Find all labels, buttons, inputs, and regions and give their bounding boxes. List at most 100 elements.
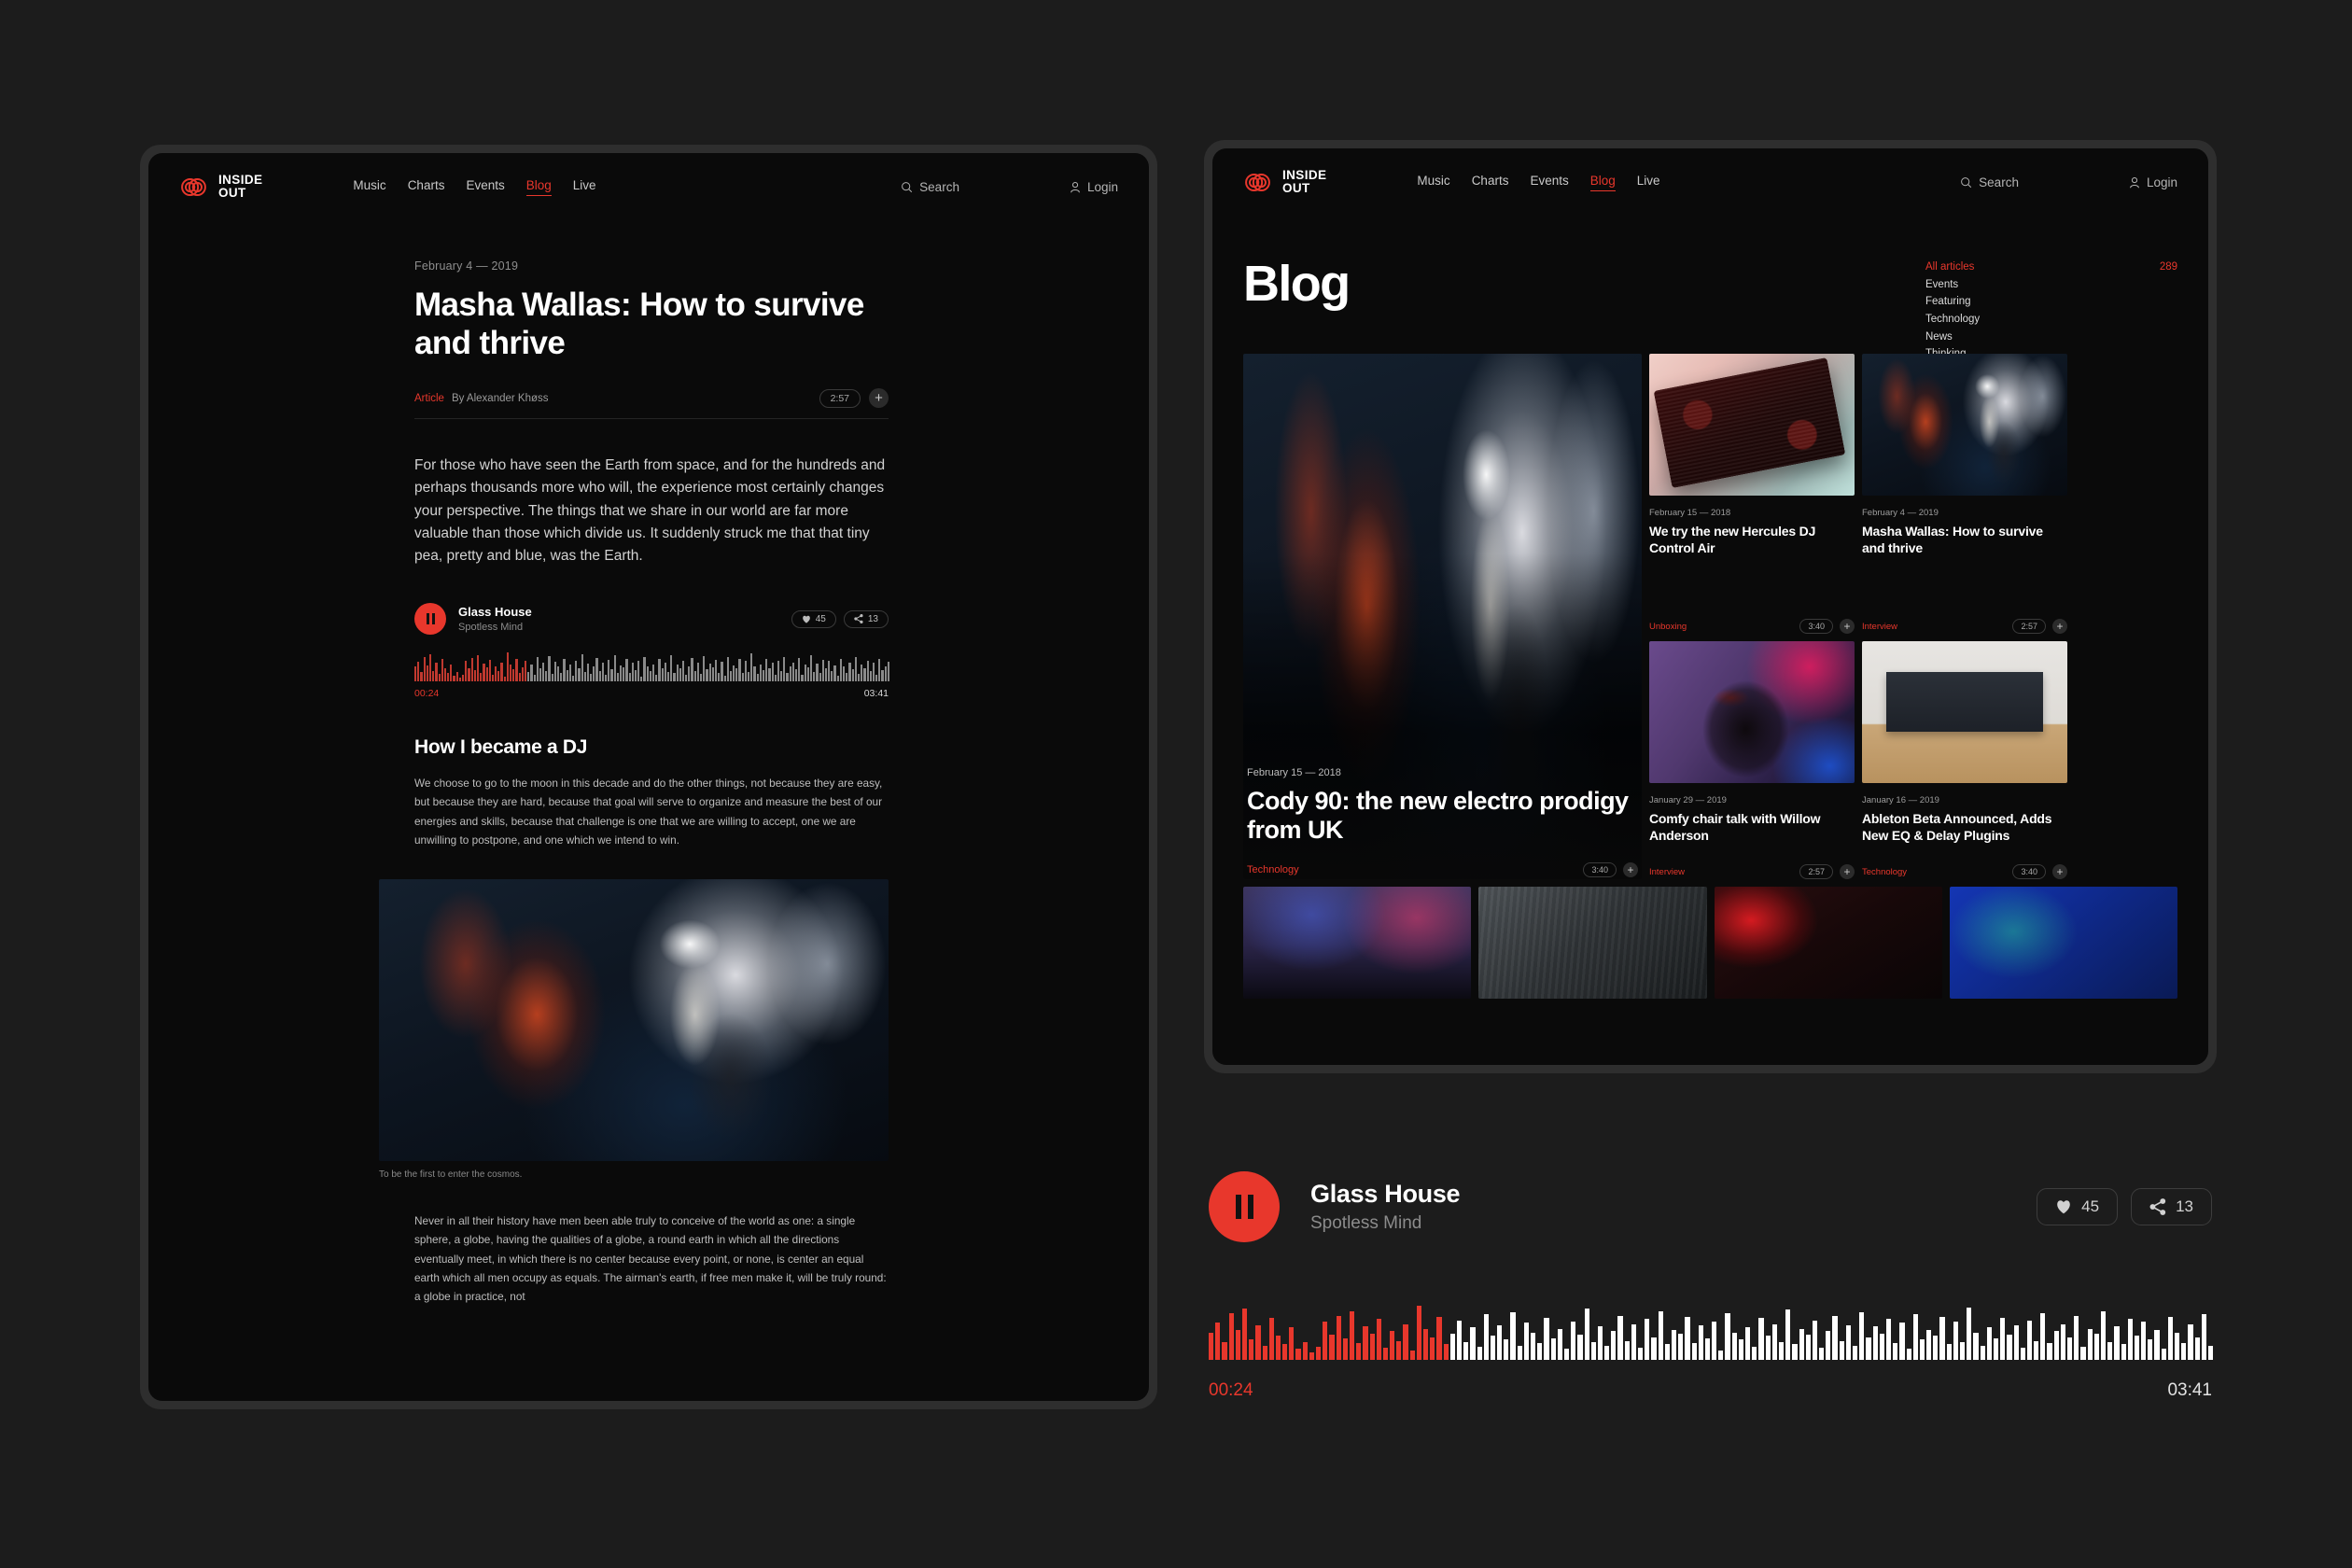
plus-icon[interactable]: + <box>1840 619 1855 634</box>
nav-link-events[interactable]: Events <box>466 178 504 195</box>
nav-link-blog[interactable]: Blog <box>525 178 552 196</box>
waveform-bar <box>608 659 610 682</box>
waveform-scrubber[interactable] <box>414 650 889 682</box>
waveform-bar <box>2167 1316 2173 1360</box>
plus-icon[interactable]: + <box>869 388 889 409</box>
featured-tag[interactable]: Technology <box>1247 864 1299 875</box>
card-tag[interactable]: Unboxing <box>1649 622 1687 632</box>
search-button[interactable]: Search <box>1960 175 2019 189</box>
waveform-bar <box>718 672 721 682</box>
nav-link-live[interactable]: Live <box>573 178 596 195</box>
nav-link-charts[interactable]: Charts <box>1472 174 1509 190</box>
waveform-bar <box>738 658 741 682</box>
mixing-console-photo[interactable] <box>1478 887 1707 999</box>
waveform-bar <box>646 666 649 682</box>
article-tag[interactable]: Article <box>414 393 444 404</box>
brand-logo-blog[interactable]: INSIDE OUT <box>1243 168 1326 197</box>
waveform-bar <box>649 670 651 682</box>
red-sign-club-photo[interactable] <box>1714 887 1942 999</box>
waveform-bar <box>2093 1333 2099 1360</box>
login-button[interactable]: Login <box>2129 175 2177 189</box>
nav-link-events[interactable]: Events <box>1530 174 1568 190</box>
waveform-bar <box>1778 1341 1785 1360</box>
article-card[interactable]: January 16 — 2019 Ableton Beta Announced… <box>1862 641 2067 879</box>
waveform-bar <box>1241 1308 1248 1360</box>
inside-out-logo-icon <box>1245 173 1270 191</box>
article-card[interactable]: February 4 — 2019 Masha Wallas: How to s… <box>1862 354 2067 634</box>
plus-icon[interactable]: + <box>1840 864 1855 879</box>
brand-logo[interactable]: INSIDE OUT <box>179 173 262 202</box>
waveform-bar <box>658 659 661 682</box>
waveform-bar <box>628 672 631 682</box>
card-footer: Interview 2:57 + <box>1649 853 1855 879</box>
waveform-bar <box>455 671 458 682</box>
login-label: Login <box>2146 175 2177 189</box>
card-tag[interactable]: Interview <box>1862 622 1897 632</box>
card-tag[interactable]: Technology <box>1862 867 1907 877</box>
plus-icon[interactable]: + <box>1623 862 1638 877</box>
waveform-bar <box>447 673 450 682</box>
waveform-bar <box>828 661 831 682</box>
plus-icon[interactable]: + <box>2052 619 2067 634</box>
category-events[interactable]: Events <box>1925 276 2177 294</box>
article-card[interactable]: January 29 — 2019 Comfy chair talk with … <box>1649 641 1855 879</box>
waveform-bar <box>1785 1309 1791 1360</box>
nav-link-live[interactable]: Live <box>1637 174 1660 190</box>
share-button[interactable]: 13 <box>2131 1188 2212 1225</box>
featured-card-actions: 3:40 + <box>1583 862 1638 877</box>
login-button[interactable]: Login <box>1070 180 1118 194</box>
waveform-scrubber[interactable] <box>1204 1300 2217 1360</box>
waveform-bar <box>450 664 453 682</box>
share-count: 13 <box>2176 1197 2193 1215</box>
pause-icon[interactable] <box>414 603 446 636</box>
waveform-bar <box>791 662 794 682</box>
category-technology[interactable]: Technology <box>1925 311 2177 329</box>
pause-icon[interactable] <box>1209 1171 1280 1242</box>
share-button[interactable]: 13 <box>843 609 889 628</box>
waveform-bar <box>1926 1330 1932 1360</box>
category-label: Technology <box>1925 313 1981 325</box>
waveform-bar <box>664 662 666 682</box>
nav-link-music[interactable]: Music <box>353 178 385 195</box>
inline-player-times: 00:24 03:41 <box>414 688 889 699</box>
category-news[interactable]: News <box>1925 329 2177 346</box>
blue-dj-booth-photo[interactable] <box>1949 887 2177 999</box>
waveform-bar <box>453 675 455 682</box>
nav-link-charts[interactable]: Charts <box>408 178 445 195</box>
waveform-bar <box>1249 1339 1254 1360</box>
brand-line-2: OUT <box>218 186 246 200</box>
waveform-bar <box>435 663 438 682</box>
like-button[interactable]: 45 <box>791 609 836 628</box>
card-duration-badge: 3:40 <box>2012 864 2046 879</box>
waveform-bar <box>2201 1314 2206 1360</box>
search-button[interactable]: Search <box>901 180 959 194</box>
nav-link-blog[interactable]: Blog <box>1589 174 1616 191</box>
card-tag[interactable]: Interview <box>1649 867 1685 877</box>
waveform-bar <box>2134 1336 2140 1360</box>
nav-link-music[interactable]: Music <box>1417 174 1449 190</box>
waveform-bar <box>1289 1327 1295 1360</box>
waveform-bar <box>512 669 515 682</box>
waveform-bar <box>1209 1332 1214 1360</box>
category-featuring[interactable]: Featuring <box>1925 293 2177 311</box>
like-button[interactable]: 45 <box>2037 1188 2119 1225</box>
article-grid: February 15 — 2018 Cody 90: the new elec… <box>1243 354 2177 879</box>
category-all-articles[interactable]: All articles 289 <box>1925 259 2177 276</box>
waveform-bar <box>1504 1339 1509 1360</box>
waveform-bar <box>1866 1337 1871 1360</box>
waveform-bar <box>1678 1333 1684 1360</box>
waveform-bar <box>1645 1319 1650 1360</box>
dj-controller-photo <box>1649 354 1855 496</box>
featured-title: Cody 90: the new electro prodigy from UK <box>1247 787 1629 844</box>
plus-icon[interactable]: + <box>2052 864 2067 879</box>
waveform-bar <box>1497 1324 1503 1360</box>
article-byline: By Alexander Khøss <box>451 392 549 404</box>
blog-content: Blog All articles 289 Events Featuring T… <box>1212 216 2208 999</box>
article-card[interactable]: February 15 — 2018 We try the new Hercul… <box>1649 354 1855 634</box>
waveform-bar <box>625 658 628 682</box>
waveform-bar <box>1577 1335 1583 1360</box>
concert-crowd-photo[interactable] <box>1243 887 1472 999</box>
card-duration-badge: 2:57 <box>2012 619 2046 634</box>
featured-article-card[interactable]: February 15 — 2018 Cody 90: the new elec… <box>1243 354 1642 879</box>
waveform-bar <box>1698 1324 1703 1360</box>
